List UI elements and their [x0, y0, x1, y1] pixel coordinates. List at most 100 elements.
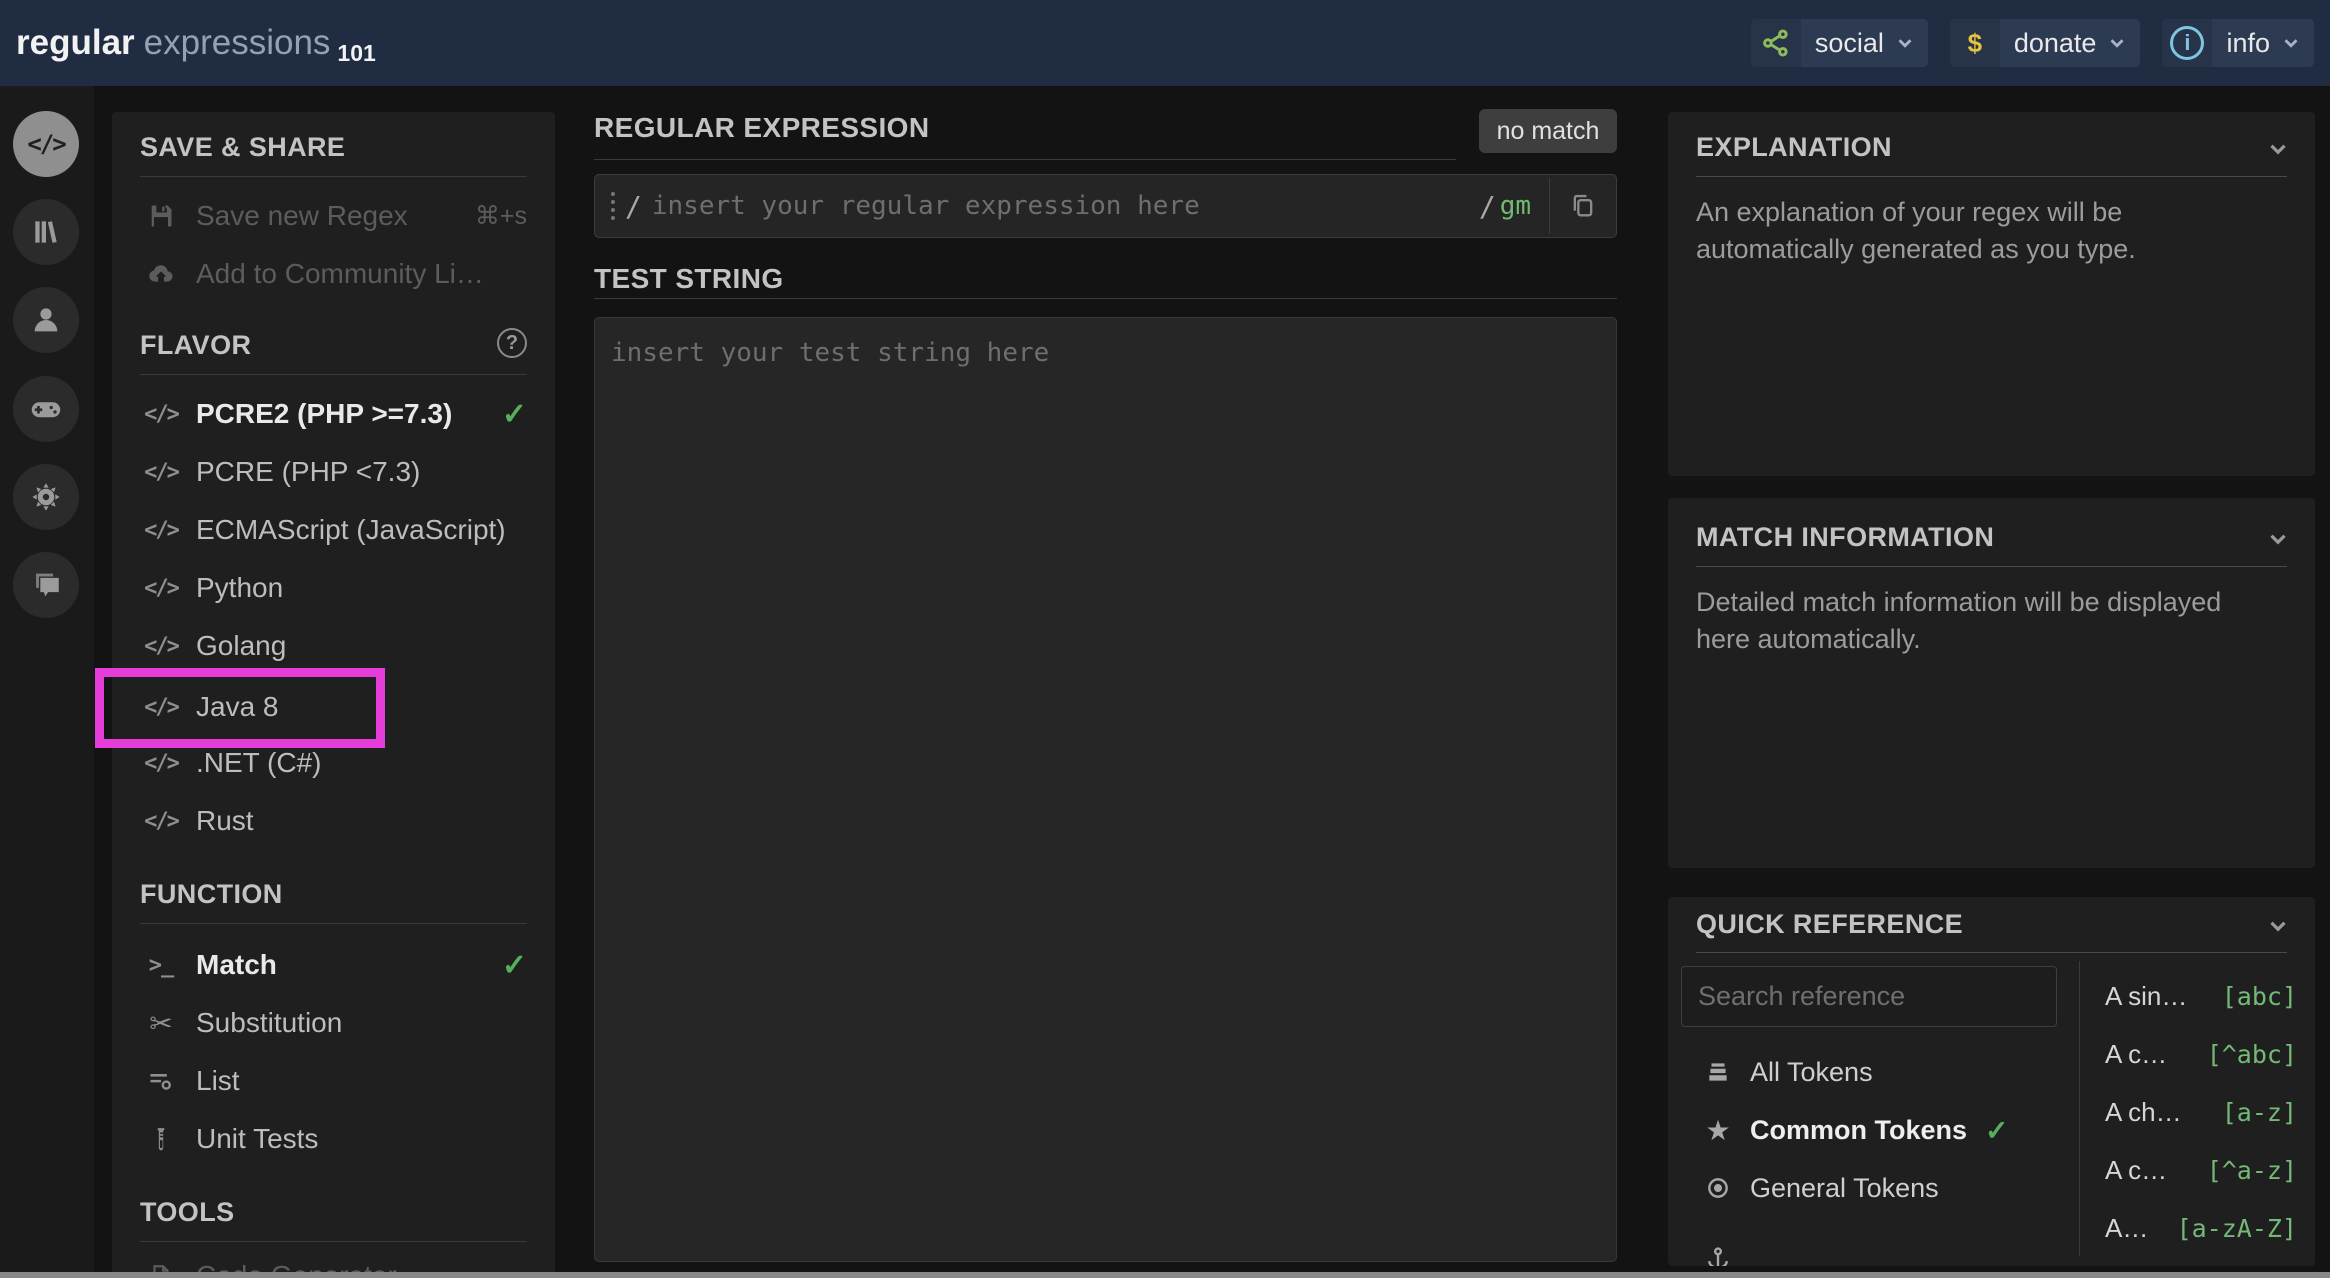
flavor-item-ecmascript[interactable]: </> ECMAScript (JavaScript) [140, 510, 527, 550]
flavor-item-dotnet[interactable]: </> .NET (C#) [140, 743, 527, 783]
flavor-item-pcre[interactable]: </> PCRE (PHP <7.3) [140, 452, 527, 492]
terminal-icon: >_ [140, 953, 182, 978]
chevron-down-icon [2280, 32, 2302, 54]
reference-entry[interactable]: A c… [^a-z] [2105, 1148, 2297, 1192]
code-slash-icon: </> [140, 518, 182, 543]
chevron-down-icon[interactable] [2265, 526, 2291, 552]
logo-101: 101 [337, 40, 375, 67]
divider [1696, 952, 2287, 953]
code-slash-icon: </> [140, 695, 182, 720]
cloud-upload-icon [140, 260, 182, 288]
flavor-item-pcre2[interactable]: </> PCRE2 (PHP >=7.3) ✓ [140, 394, 527, 434]
logo-expressions: expressions [144, 23, 331, 63]
regex-flags[interactable]: gm [1500, 191, 1531, 221]
code-slash-icon: </> [140, 402, 182, 427]
info-circle-icon: i [2162, 19, 2212, 67]
test-string-container [594, 317, 1617, 1262]
quick-reference-header: QUICK REFERENCE [1696, 909, 2287, 940]
sidebar-panel: SAVE & SHARE Save new Regex ⌘+s Add to C… [112, 112, 555, 1278]
donate-menu-button[interactable]: $ donate [1950, 19, 2141, 67]
gamepad-icon [28, 391, 64, 427]
check-icon: ✓ [502, 397, 527, 432]
top-bar: regular expressions 101 social $ donat [0, 0, 2330, 86]
test-string-input[interactable] [594, 317, 1617, 1262]
social-menu-button[interactable]: social [1751, 19, 1928, 67]
test-tube-icon [140, 1126, 182, 1152]
rail-settings-button[interactable] [13, 464, 79, 530]
rail-game-button[interactable] [13, 376, 79, 442]
divider [594, 159, 1456, 160]
category-all-tokens[interactable]: All Tokens [1700, 1050, 2070, 1094]
code-slash-icon: </> [27, 130, 64, 158]
user-icon [30, 304, 62, 336]
rail-feedback-button[interactable] [13, 552, 79, 618]
social-menu-label: social [1815, 28, 1884, 59]
anchor-icon [1700, 1246, 1736, 1266]
regex-open-delimiter: / [625, 190, 642, 223]
drag-handle-icon[interactable] [611, 192, 615, 220]
copy-icon[interactable] [1550, 192, 1616, 220]
category-common-tokens[interactable]: ★ Common Tokens ✓ [1700, 1108, 2070, 1152]
reference-entry[interactable]: A ch… [a-z] [2105, 1090, 2297, 1134]
flavor-item-python[interactable]: </> Python [140, 568, 527, 608]
function-header: FUNCTION [140, 879, 527, 910]
save-shortcut: ⌘+s [475, 201, 527, 231]
save-floppy-icon [140, 202, 182, 230]
regex101-app: regular expressions 101 social $ donat [0, 0, 2330, 1278]
regex-input[interactable] [652, 191, 1479, 221]
regular-expression-header: REGULAR EXPRESSION [594, 112, 929, 144]
bullseye-icon [1700, 1175, 1736, 1201]
info-menu-label: info [2226, 28, 2270, 59]
match-information-header: MATCH INFORMATION [1696, 522, 2287, 553]
star-icon: ★ [1700, 1114, 1736, 1147]
divider [140, 374, 527, 375]
reference-search-container [1681, 966, 2057, 1027]
quick-reference-panel: QUICK REFERENCE All Tokens ★ Common Toke… [1668, 897, 2315, 1266]
match-information-panel: MATCH INFORMATION Detailed match informa… [1668, 498, 2315, 868]
reference-entry[interactable]: A c… [^abc] [2105, 1032, 2297, 1076]
add-to-community-label: Add to Community Li… [196, 258, 484, 290]
chevron-down-icon[interactable] [2265, 913, 2291, 939]
chevron-down-icon[interactable] [2265, 136, 2291, 162]
save-share-header: SAVE & SHARE [140, 132, 527, 163]
flavor-item-java8[interactable]: </> Java 8 [140, 687, 527, 727]
tools-header: TOOLS [140, 1197, 527, 1228]
match-information-body: Detailed match information will be displ… [1696, 584, 2275, 659]
dollar-icon: $ [1950, 19, 2000, 67]
list-settings-icon [140, 1067, 182, 1095]
function-item-unit-tests[interactable]: Unit Tests [140, 1119, 527, 1159]
flavor-item-golang[interactable]: </> Golang [140, 626, 527, 666]
rail-editor-button[interactable]: </> [13, 111, 79, 177]
gear-icon [30, 481, 62, 513]
code-slash-icon: </> [140, 634, 182, 659]
info-menu-button[interactable]: i info [2162, 19, 2314, 67]
divider [1696, 566, 2287, 567]
donate-menu-label: donate [2014, 28, 2097, 59]
reference-search-input[interactable] [1681, 966, 2057, 1027]
save-new-regex-item[interactable]: Save new Regex ⌘+s [140, 196, 527, 236]
app-logo: regular expressions 101 [16, 23, 376, 63]
add-to-community-item[interactable]: Add to Community Li… [140, 254, 527, 294]
category-general-tokens[interactable]: General Tokens [1700, 1166, 2070, 1210]
flavor-help-icon[interactable]: ? [497, 328, 527, 358]
regex-close-delimiter: / [1479, 190, 1496, 223]
flavor-item-rust[interactable]: </> Rust [140, 801, 527, 841]
code-slash-icon: </> [140, 751, 182, 776]
category-partial-row[interactable] [1700, 1237, 2070, 1266]
logo-regular: regular [16, 23, 135, 63]
function-item-list[interactable]: List [140, 1061, 527, 1101]
rail-account-button[interactable] [13, 287, 79, 353]
window-bottom-edge [0, 1272, 2330, 1278]
reference-entry[interactable]: A… [a-zA-Z] [2105, 1206, 2297, 1250]
function-item-match[interactable]: >_ Match ✓ [140, 945, 527, 985]
code-slash-icon: </> [140, 809, 182, 834]
reference-entry[interactable]: A sin… [abc] [2105, 974, 2297, 1018]
all-tokens-icon [1700, 1059, 1736, 1085]
function-item-substitution[interactable]: ✂ Substitution [140, 1003, 527, 1043]
rail-library-button[interactable] [13, 199, 79, 265]
divider [140, 176, 527, 177]
code-slash-icon: </> [140, 460, 182, 485]
code-slash-icon: </> [140, 576, 182, 601]
divider [140, 923, 527, 924]
top-menus: social $ donate i info [1751, 19, 2314, 67]
